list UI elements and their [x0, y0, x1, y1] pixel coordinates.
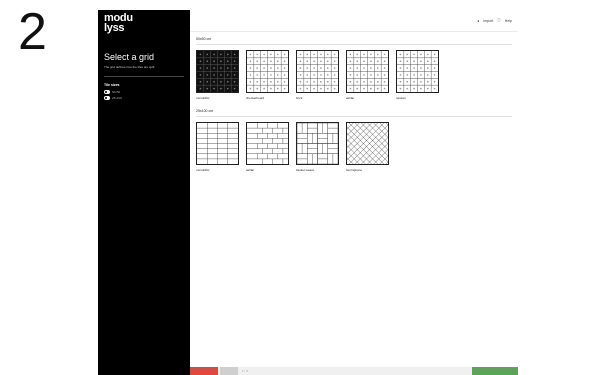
- tile-label: herringbone: [346, 168, 363, 172]
- grid-tile-herringbone-25[interactable]: [346, 122, 389, 165]
- toggle-switch-icon[interactable]: [104, 90, 110, 94]
- tile-sizes-heading: Tile sizes: [104, 83, 120, 87]
- toggle-50x50[interactable]: 50x50: [104, 90, 120, 94]
- toggle-label: 25x100: [112, 96, 122, 100]
- info-icon[interactable]: ⓘ: [497, 18, 501, 23]
- section-divider: [196, 116, 512, 117]
- tile-label: brick: [296, 96, 303, 100]
- tile-pattern-preview: [247, 51, 288, 92]
- tile-pattern-preview: [197, 123, 238, 164]
- main-panel: ● Import ⓘ Help 50x50 cm monolithic chec…: [190, 10, 518, 375]
- sidebar-divider: [104, 76, 184, 77]
- logo-line2: lyss: [104, 22, 125, 34]
- section-divider: [196, 44, 512, 45]
- tile-pattern-preview: [247, 123, 288, 164]
- back-button[interactable]: [190, 367, 218, 375]
- tile-label: ashlar: [246, 168, 255, 172]
- sidebar-title: Select a grid: [104, 52, 155, 62]
- grid-tile-ashlar-50[interactable]: [346, 50, 389, 93]
- tile-label: monolithic: [196, 96, 210, 100]
- toggle-label: 50x50: [112, 90, 121, 94]
- section-label-50x50: 50x50 cm: [196, 37, 212, 41]
- section-label-25x100: 25x100 cm: [196, 109, 214, 113]
- sidebar: modu lyss Select a grid The grid defines…: [98, 10, 190, 375]
- app-window: modu lyss Select a grid The grid defines…: [98, 10, 518, 375]
- logo[interactable]: modu lyss: [104, 13, 133, 34]
- user-icon[interactable]: ●: [477, 19, 479, 23]
- import-link[interactable]: Import: [483, 19, 493, 23]
- tile-label: random: [396, 96, 407, 100]
- grid-tile-monolithic-25[interactable]: [196, 122, 239, 165]
- tile-pattern-preview: [397, 51, 438, 92]
- grid-tile-random-50[interactable]: [396, 50, 439, 93]
- tile-pattern-preview: [347, 51, 388, 92]
- topbar: ● Import ⓘ Help: [190, 10, 518, 32]
- grid-tile-brick-50[interactable]: [296, 50, 339, 93]
- grid-tile-basket-weave-25[interactable]: [296, 122, 339, 165]
- tile-pattern-preview: [297, 123, 338, 164]
- tile-label: basket weave: [296, 168, 315, 172]
- grid-tile-ashlar-25[interactable]: [246, 122, 289, 165]
- next-button[interactable]: [472, 367, 518, 375]
- secondary-button[interactable]: [220, 367, 238, 375]
- tile-pattern-preview: [197, 51, 238, 92]
- step-number: 2: [18, 3, 47, 61]
- grid-tile-monolithic-50[interactable]: [196, 50, 239, 93]
- tile-pattern-preview: [347, 123, 388, 164]
- grid-tile-checkerboard-50[interactable]: [246, 50, 289, 93]
- toggle-25x100[interactable]: 25x100: [104, 96, 122, 100]
- help-link[interactable]: Help: [505, 19, 512, 23]
- tile-pattern-preview: [297, 51, 338, 92]
- step-status: 1 / 4: [242, 369, 248, 373]
- sidebar-subtitle: The grid defines how the tiles are split…: [104, 65, 156, 69]
- bottom-bar: 1 / 4: [190, 367, 518, 375]
- tile-label: checkerboard: [246, 96, 265, 100]
- tile-label: monolithic: [196, 168, 210, 172]
- tile-label: ashlar: [346, 96, 355, 100]
- toggle-switch-icon[interactable]: [104, 96, 110, 100]
